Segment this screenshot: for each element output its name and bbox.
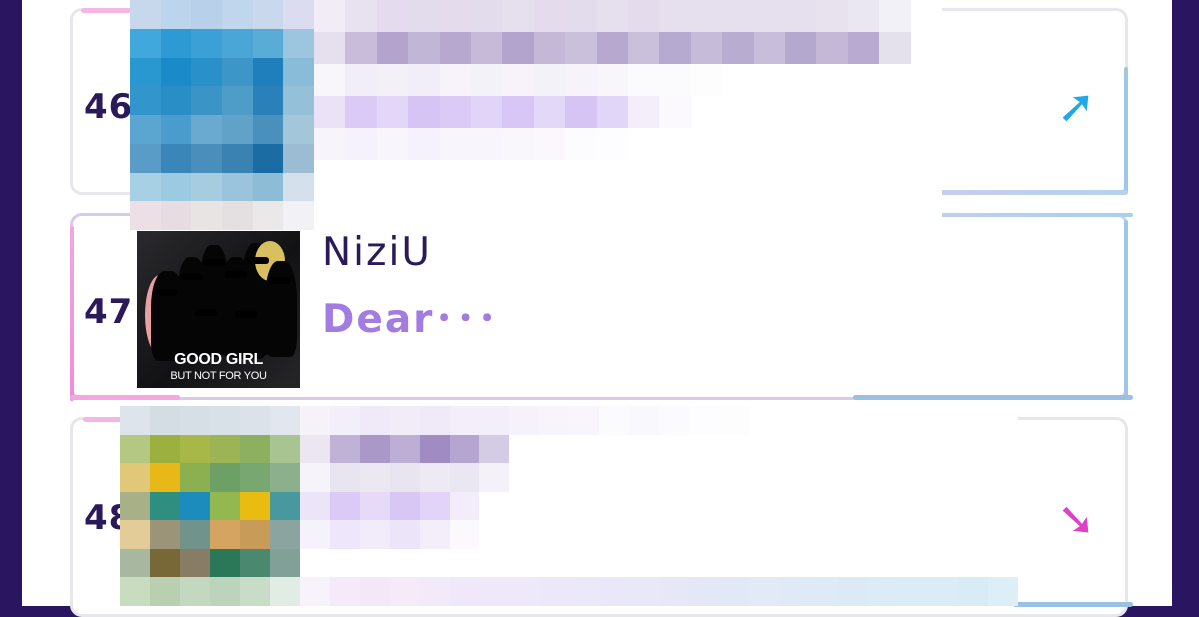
blurred-album-cover — [120, 406, 300, 606]
card-accent-left — [70, 226, 74, 401]
blurred-album-cover — [130, 0, 314, 230]
arrow-up-right-icon: ➚ — [1057, 79, 1096, 133]
song-title: Dear･･･ — [322, 297, 499, 342]
album-cover-subtitle: BUT NOT FOR YOU — [170, 370, 267, 382]
album-cover-title: GOOD GIRL — [174, 351, 263, 368]
chart-panel: 46 ➚ 47 GOOD GIRL BUT NOT FOR YOU NiziU … — [22, 0, 1172, 617]
card-accent-right — [1124, 220, 1128, 400]
blurred-song-info — [300, 406, 1018, 606]
card-accent-bottom — [853, 395, 1133, 400]
rank-number: 47 — [84, 292, 134, 332]
card-accent-bottom — [70, 395, 180, 400]
card-accent-bottom — [1013, 602, 1133, 607]
album-cover: GOOD GIRL BUT NOT FOR YOU — [137, 231, 300, 388]
blurred-song-info — [314, 0, 942, 224]
card-accent-right — [1124, 67, 1128, 193]
arrow-down-right-icon: ➘ — [1057, 492, 1096, 546]
rank-number: 46 — [84, 87, 134, 127]
chart-entry[interactable]: 47 GOOD GIRL BUT NOT FOR YOU NiziU Dear･… — [70, 213, 1133, 401]
artist-name: NiziU — [322, 230, 432, 275]
